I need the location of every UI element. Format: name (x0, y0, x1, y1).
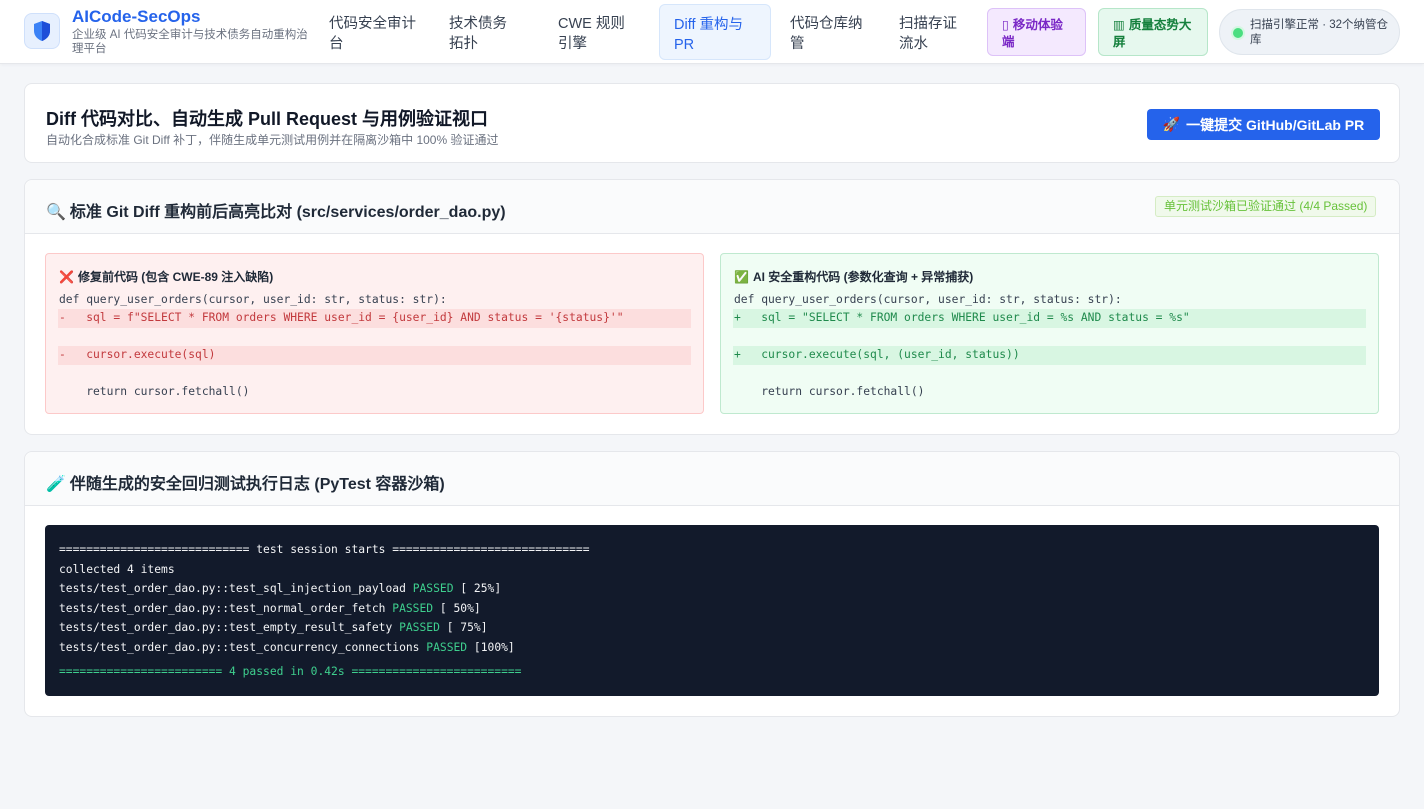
code-after-title-text: AI 安全重构代码 (参数化查询 + 异常捕获) (752, 270, 974, 284)
code-before-title: ❌ 修复前代码 (包含 CWE-89 注入缺陷) (59, 268, 273, 285)
nav-item-repo-management[interactable]: 代码仓库纳管 (776, 4, 878, 60)
test-tube-icon: 🧪 (46, 476, 66, 493)
page-header-card: Diff 代码对比、自动生成 Pull Request 与用例验证视口 自动化合… (24, 83, 1400, 163)
session-start-line: ============================ test sessio… (59, 543, 590, 556)
terminal-output: ============================ test sessio… (59, 540, 590, 682)
page-title: Diff 代码对比、自动生成 Pull Request 与用例验证视口 (46, 109, 489, 129)
code-after-pane: ✅ AI 安全重构代码 (参数化查询 + 异常捕获) def query_user… (720, 253, 1379, 414)
diff-card-title: 🔍 标准 Git Diff 重构前后高亮比对 (src/services/orde… (46, 198, 506, 222)
cross-icon: ❌ (59, 270, 74, 284)
diff-card-title-text: 标准 Git Diff 重构前后高亮比对 (src/services/order… (69, 204, 506, 221)
mobile-phone-icon: ▯ (1002, 18, 1009, 32)
submit-pr-button[interactable]: 🚀 一键提交 GitHub/GitLab PR (1147, 109, 1380, 140)
submit-pr-label: 一键提交 GitHub/GitLab PR (1186, 116, 1365, 133)
test-result-line: tests/test_order_dao.py::test_concurrenc… (59, 638, 590, 658)
nav-item-diff-pr[interactable]: Diff 重构与 PR (659, 4, 771, 60)
mobile-experience-label: 移动体验端 (1002, 18, 1063, 49)
test-result-line: tests/test_order_dao.py::test_empty_resu… (59, 618, 590, 638)
code-before-title-text: 修复前代码 (包含 CWE-89 注入缺陷) (77, 270, 274, 284)
engine-status-indicator: 扫描引擎正常 · 32个纳管仓库 (1219, 9, 1400, 55)
test-name: tests/test_order_dao.py::test_empty_resu… (59, 621, 393, 634)
code-line-deleted: - cursor.execute(sql) (58, 346, 691, 365)
code-before-lines: def query_user_orders(cursor, user_id: s… (58, 291, 691, 401)
summary-line: ======================== 4 passed in 0.4… (59, 665, 522, 678)
magnifier-icon: 🔍 (46, 204, 66, 221)
shield-icon (34, 21, 50, 41)
test-result-line: tests/test_order_dao.py::test_normal_ord… (59, 599, 590, 619)
brand-tagline: 企业级 AI 代码安全审计与技术债务自动重构治理平台 (72, 29, 308, 55)
test-status: PASSED (392, 601, 434, 615)
test-progress: [ 25%] (460, 582, 502, 595)
diff-card-header: 🔍 标准 Git Diff 重构前后高亮比对 (src/services/orde… (25, 180, 1399, 234)
test-progress: [ 50%] (439, 601, 481, 615)
quality-dashboard-button[interactable]: ▥ 质量态势大屏 (1098, 8, 1208, 56)
test-status: PASSED (412, 582, 454, 595)
check-icon: ✅ (734, 270, 749, 284)
code-line-deleted: - sql = f"SELECT * FROM orders WHERE use… (58, 309, 691, 328)
collected-line: collected 4 items (59, 562, 175, 576)
nav-item-scan-evidence[interactable]: 扫描存证流水 (885, 4, 981, 60)
sandbox-passed-badge: 单元测试沙箱已验证通过 (4/4 Passed) (1155, 196, 1377, 217)
test-log-title: 🧪 伴随生成的安全回归测试执行日志 (PyTest 容器沙箱) (46, 470, 445, 494)
code-line: return cursor.fetchall() (734, 384, 925, 398)
code-line-added: + cursor.execute(sql, (user_id, status)) (733, 346, 1366, 365)
code-before-pane: ❌ 修复前代码 (包含 CWE-89 注入缺陷) def query_user_o… (45, 253, 704, 414)
rocket-icon: 🚀 (1162, 116, 1181, 132)
test-name: tests/test_order_dao.py::test_concurrenc… (59, 640, 420, 654)
nav-item-security-audit[interactable]: 代码安全审计台 (315, 4, 431, 60)
test-log-card: 🧪 伴随生成的安全回归测试执行日志 (PyTest 容器沙箱) =========… (24, 451, 1400, 717)
test-status: PASSED (399, 621, 440, 634)
test-name: tests/test_order_dao.py::test_sql_inject… (59, 582, 406, 595)
test-progress: [100%] (473, 640, 515, 654)
code-after-title: ✅ AI 安全重构代码 (参数化查询 + 异常捕获) (734, 268, 973, 285)
test-log-header: 🧪 伴随生成的安全回归测试执行日志 (PyTest 容器沙箱) (25, 452, 1399, 506)
brand-name: AICode-SecOps (72, 7, 201, 26)
test-status: PASSED (426, 640, 468, 654)
nav-item-cwe-rules[interactable]: CWE 规则引擎 (544, 4, 652, 60)
top-navigation-bar: AICode-SecOps 企业级 AI 代码安全审计与技术债务自动重构治理平台… (0, 0, 1424, 64)
code-line: def query_user_orders(cursor, user_id: s… (59, 293, 447, 306)
bar-chart-icon: ▥ (1113, 18, 1125, 32)
status-dot-icon (1233, 28, 1243, 38)
logo[interactable] (24, 13, 60, 49)
test-name: tests/test_order_dao.py::test_normal_ord… (59, 601, 386, 615)
nav-item-tech-debt-topology[interactable]: 技术债务拓扑 (435, 4, 535, 60)
code-line: def query_user_orders(cursor, user_id: s… (734, 293, 1122, 306)
mobile-experience-button[interactable]: ▯ 移动体验端 (987, 8, 1086, 56)
engine-status-text: 扫描引擎正常 · 32个纳管仓库 (1250, 19, 1389, 46)
test-log-terminal[interactable]: ============================ test sessio… (45, 525, 1379, 696)
test-result-line: tests/test_order_dao.py::test_sql_inject… (59, 579, 590, 599)
diff-comparison-card: 🔍 标准 Git Diff 重构前后高亮比对 (src/services/orde… (24, 179, 1400, 435)
test-progress: [ 75%] (446, 621, 488, 634)
code-line: return cursor.fetchall() (59, 384, 250, 398)
code-line-added: + sql = "SELECT * FROM orders WHERE user… (733, 309, 1366, 328)
test-log-title-text: 伴随生成的安全回归测试执行日志 (PyTest 容器沙箱) (69, 476, 445, 493)
page-subtitle: 自动化合成标准 Git Diff 补丁，伴随生成单元测试用例并在隔离沙箱中 10… (46, 133, 499, 147)
code-after-lines: def query_user_orders(cursor, user_id: s… (733, 291, 1366, 401)
